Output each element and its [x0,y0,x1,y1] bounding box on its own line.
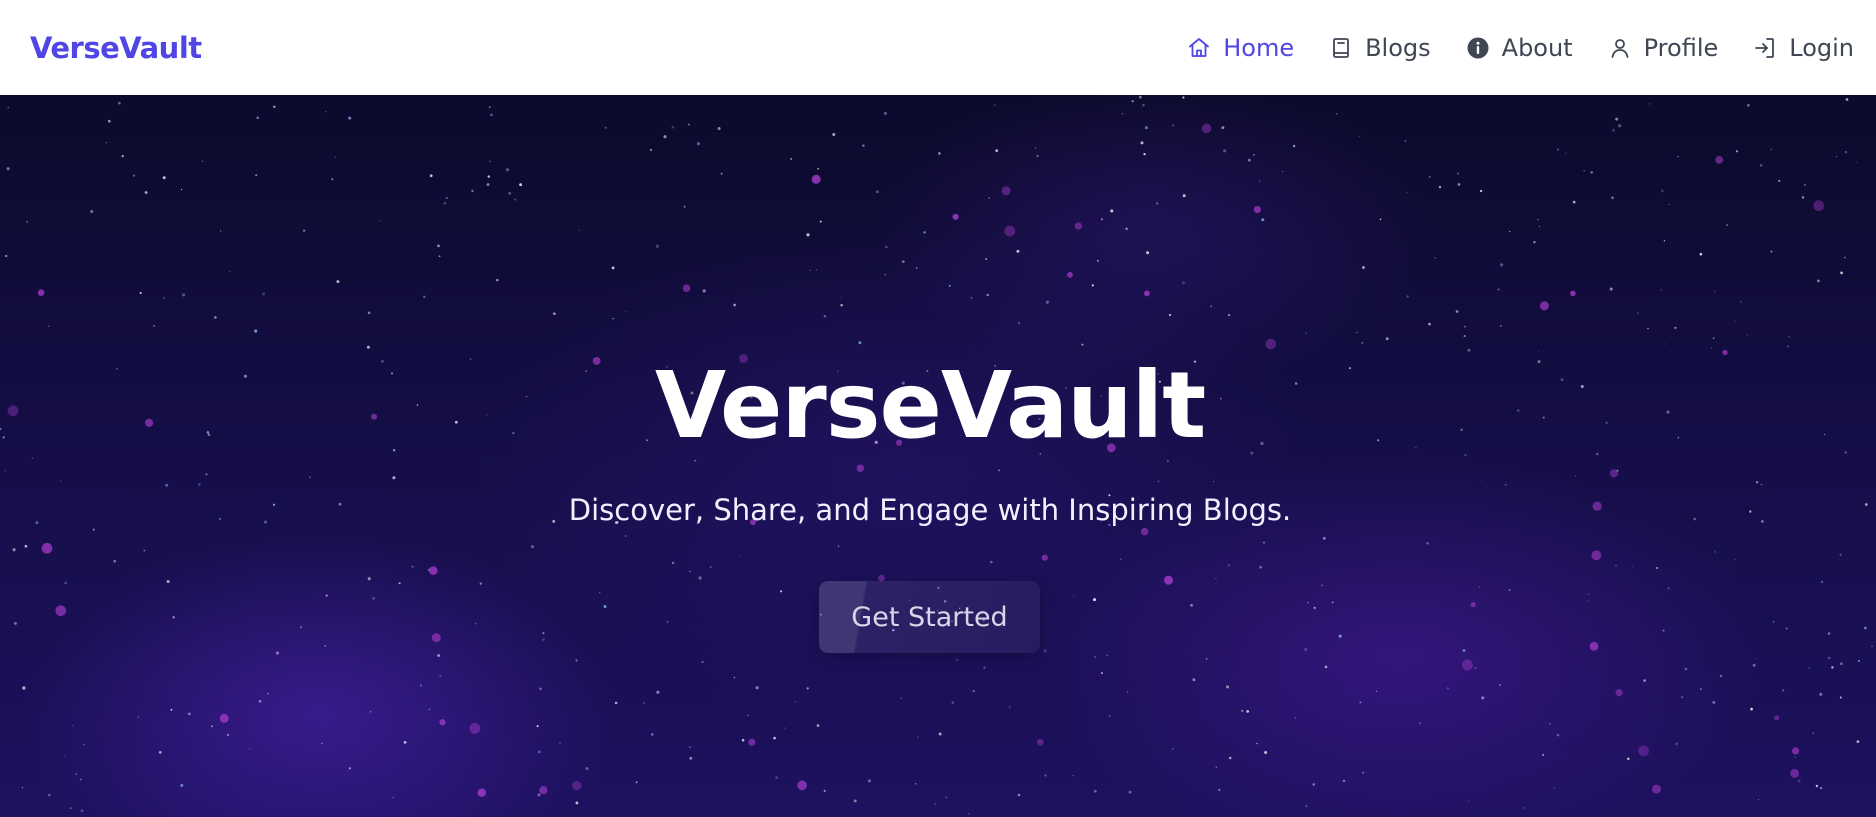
info-icon [1466,36,1490,60]
nav-item-about[interactable]: About [1466,34,1573,62]
nav-item-login[interactable]: Login [1753,34,1854,62]
login-icon [1753,36,1777,60]
brand-logo[interactable]: VerseVault [30,31,202,65]
nav-item-label: About [1501,33,1573,62]
nav-links: Home Blogs About Profile Login [1187,34,1854,62]
nav-item-label: Login [1789,33,1854,62]
nav-item-blogs[interactable]: Blogs [1329,34,1431,62]
nav-item-profile[interactable]: Profile [1608,33,1719,62]
hero-title: VerseVault [654,352,1206,459]
book-icon [1329,36,1353,60]
hero-section: VerseVault Discover, Share, and Engage w… [0,95,1876,817]
user-icon [1608,36,1632,60]
home-icon [1187,36,1211,60]
hero-content: VerseVault Discover, Share, and Engage w… [0,95,1876,817]
nav-item-label: Profile [1643,33,1719,62]
hero-subtitle: Discover, Share, and Engage with Inspiri… [568,493,1292,527]
get-started-button[interactable]: Get Started [819,581,1040,653]
top-navbar: VerseVault Home Blogs About Profile Logi… [0,0,1876,95]
nav-item-label: Blogs [1365,33,1431,62]
nav-item-home[interactable]: Home [1187,34,1294,62]
nav-item-label: Home [1223,33,1295,62]
